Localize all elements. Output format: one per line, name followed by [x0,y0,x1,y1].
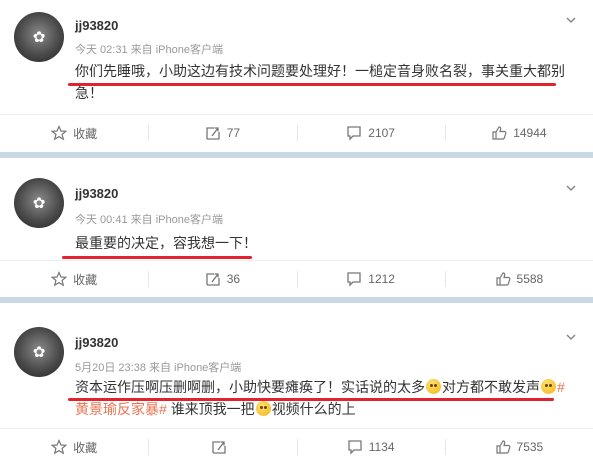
like-count: 5588 [516,272,544,286]
like-icon [492,126,507,140]
username[interactable]: jj93820 [75,335,118,350]
repost-button[interactable] [148,429,296,465]
avatar[interactable]: ✿ [14,178,64,228]
comment-count: 1212 [368,272,395,286]
like-icon [495,272,510,286]
action-bar: 收藏 1134 7535 [0,428,593,465]
emoji-icon [426,379,441,394]
username[interactable]: jj93820 [75,18,118,33]
repost-icon [206,273,220,286]
favorite-button[interactable]: 收藏 [0,429,148,465]
comment-icon [348,440,362,455]
action-bar: 收藏 36 1212 5588 [0,260,593,297]
comment-count: 1134 [368,440,395,454]
avatar[interactable]: ✿ [14,12,64,62]
repost-count: 36 [226,272,241,286]
repost-icon [206,127,220,140]
star-icon [51,439,68,455]
comment-count: 2107 [368,126,395,140]
post-2: ✿ jj93820 今天 00:41 来自 iPhone客户端 最重要的决定，容… [0,158,593,296]
repost-icon [212,441,227,454]
post-meta: 今天 02:31 来自 iPhone客户端 [75,44,223,56]
post-3: ✿ jj93820 5月20日 23:38 来自 iPhone客户端 资本运作压… [0,303,593,464]
emoji-icon [541,379,556,394]
avatar-glyph: ✿ [32,28,46,46]
hashtag-hash[interactable]: # [557,379,565,395]
favorite-button[interactable]: 收藏 [0,115,148,151]
hashtag-link[interactable]: 黄景瑜反家暴# [75,401,167,417]
post-text-line: 资本运作压啊压删啊删，小助快要瘫痪了！实话说的太多 对方都不敢发声 # [75,376,585,398]
post-text-line: 最重要的决定，容我想一下！ [75,235,257,251]
star-icon [51,271,68,287]
repost-count: 77 [226,126,241,140]
favorite-label: 收藏 [73,440,98,455]
annotation-underline [68,398,554,401]
star-icon [51,125,68,141]
post-text: 最重要的决定，容我想一下！ [75,232,575,254]
annotation-underline [68,83,556,86]
comment-button[interactable]: 1134 [296,429,445,465]
post-text-line: 你们先睡哦，小助这边有技术问题要处理好！一槌定音身败名裂，事关重大都别 [75,63,565,79]
comment-icon [347,272,361,287]
username[interactable]: jj93820 [75,186,118,201]
post-meta: 5月20日 23:38 来自 iPhone客户端 [75,362,242,374]
chevron-down-icon[interactable] [565,331,577,343]
post-text-line: 黄景瑜反家暴# 谁来顶我一把 视频什么的上 [75,398,585,420]
repost-button[interactable]: 36 [148,261,296,297]
favorite-label: 收藏 [73,272,98,287]
like-button[interactable]: 14944 [444,115,593,151]
action-bar: 收藏 77 2107 14944 [0,114,593,151]
avatar[interactable]: ✿ [14,327,64,377]
annotation-underline [62,256,252,259]
like-button[interactable]: 7535 [444,429,593,465]
chevron-down-icon[interactable] [565,182,577,194]
post-meta: 今天 00:41 来自 iPhone客户端 [75,214,223,226]
favorite-label: 收藏 [73,126,98,141]
post-text-segment: 资本运作压啊压删啊删，小助快要瘫痪了！实话说的太多 [75,379,425,395]
post-text: 你们先睡哦，小助这边有技术问题要处理好！一槌定音身败名裂，事关重大都别 急！ [75,60,575,104]
comment-icon [347,126,361,141]
comment-button[interactable]: 2107 [296,115,445,151]
post-1: ✿ jj93820 今天 02:31 来自 iPhone客户端 你们先睡哦，小助… [0,0,593,150]
post-text-segment: 视频什么的上 [271,401,356,417]
post-text-segment: 对方都不敢发声 [442,379,540,395]
like-icon [495,440,510,454]
like-button[interactable]: 5588 [444,261,593,297]
comment-button[interactable]: 1212 [296,261,445,297]
avatar-glyph: ✿ [32,343,46,361]
post-text-segment: 谁来顶我一把 [170,401,255,417]
emoji-icon [255,401,271,416]
chevron-down-icon[interactable] [565,14,577,26]
repost-button[interactable]: 77 [148,115,296,151]
favorite-button[interactable]: 收藏 [0,261,148,297]
like-count: 7535 [516,440,544,454]
avatar-glyph: ✿ [32,194,46,212]
like-count: 14944 [513,126,547,140]
